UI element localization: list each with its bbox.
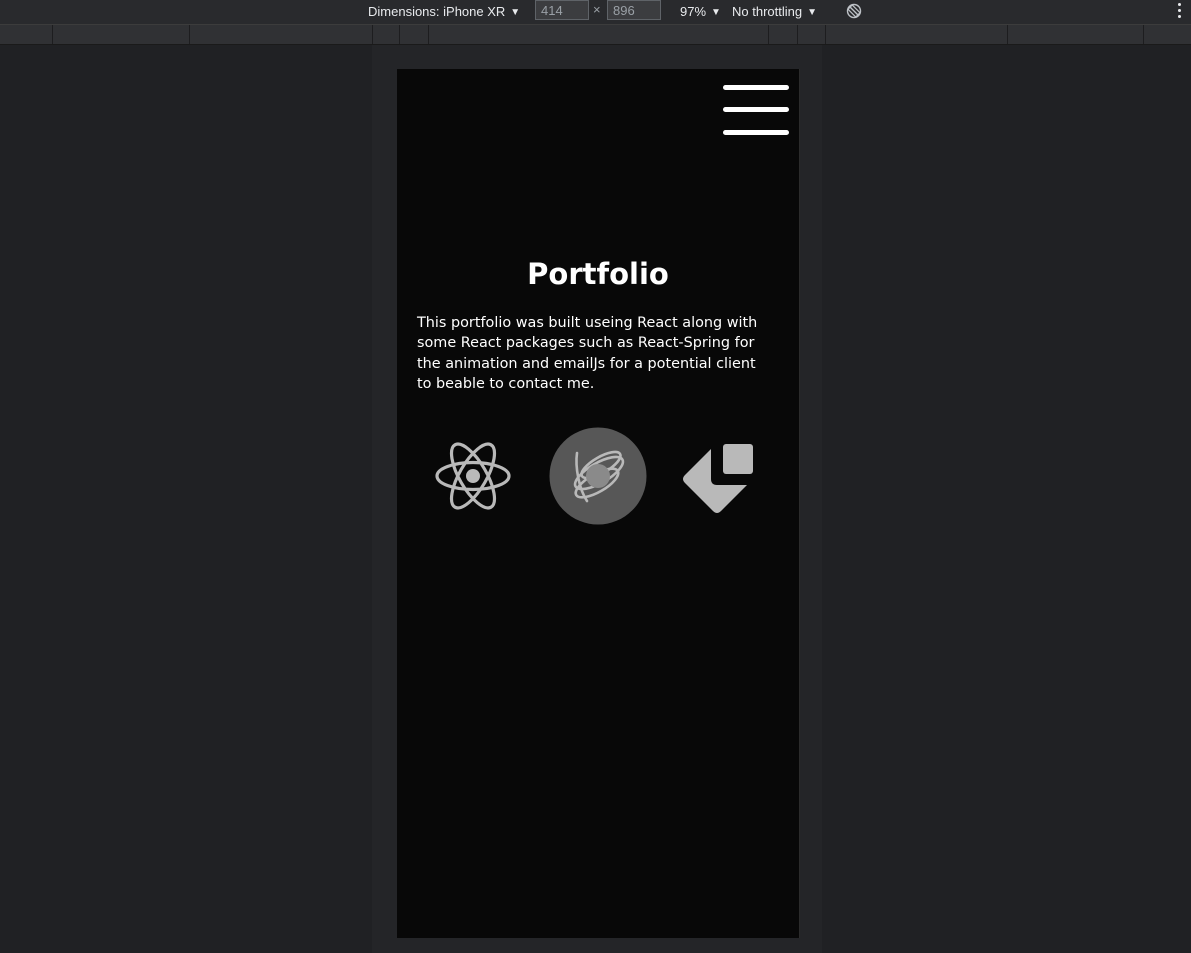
- devtools-device-toolbar: Dimensions: iPhone XR ▼ 414 × 896 97% ▼ No…: [0, 0, 1191, 25]
- ruler-divider: [825, 25, 826, 44]
- ruler-divider: [189, 25, 190, 44]
- caret-down-icon: ▼: [711, 7, 721, 18]
- throttling-dropdown[interactable]: No throttling ▼: [732, 3, 817, 21]
- throttling-label: No throttling: [732, 4, 803, 19]
- react-spring-icon[interactable]: [549, 427, 647, 525]
- emailjs-icon[interactable]: [673, 427, 771, 525]
- caret-down-icon: ▼: [807, 7, 817, 18]
- ruler-divider: [372, 25, 373, 44]
- caret-down-icon: ▼: [510, 7, 521, 18]
- page-viewport: Portfolio This portfolio was built usein…: [397, 69, 800, 938]
- ruler-divider: [768, 25, 769, 44]
- device-dimensions-dropdown[interactable]: Dimensions: iPhone XR ▼: [368, 3, 520, 21]
- zoom-label: 97%: [680, 4, 707, 19]
- media-query-ruler: [0, 25, 1191, 45]
- dimension-separator: ×: [593, 2, 601, 17]
- rotate-device-icon[interactable]: [845, 2, 863, 20]
- device-dimensions-label: Dimensions: iPhone XR: [368, 4, 506, 19]
- ruler-divider: [1007, 25, 1008, 44]
- width-input[interactable]: 414: [535, 0, 589, 20]
- height-input[interactable]: 896: [607, 0, 661, 20]
- ruler-divider: [52, 25, 53, 44]
- ruler-divider: [797, 25, 798, 44]
- ruler-divider: [428, 25, 429, 44]
- ruler-divider: [399, 25, 400, 44]
- more-options-icon[interactable]: [1177, 3, 1183, 21]
- hamburger-menu-icon[interactable]: [721, 85, 791, 137]
- project-description: This portfolio was built useing React al…: [417, 315, 758, 393]
- zoom-dropdown[interactable]: 97% ▼: [680, 3, 721, 21]
- ruler-divider: [1143, 25, 1144, 44]
- react-icon[interactable]: [424, 427, 522, 525]
- page-title: Portfolio: [527, 257, 669, 291]
